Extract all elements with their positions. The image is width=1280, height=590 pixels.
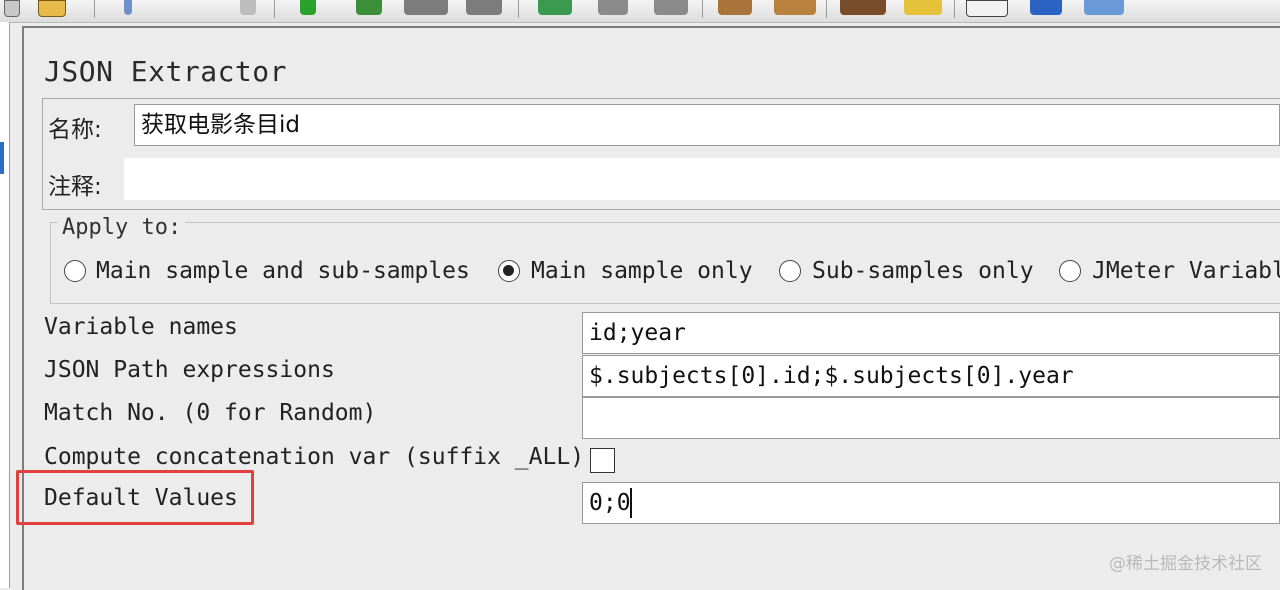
toolbar-separator [94, 0, 95, 18]
remote-icon[interactable] [1084, 0, 1124, 15]
binoculars-icon[interactable] [840, 0, 886, 15]
edit-icon[interactable] [124, 0, 132, 15]
tree-selection-indicator [0, 142, 4, 174]
toolbar-separator [518, 0, 519, 18]
help-icon[interactable] [1030, 0, 1062, 15]
panel-title: JSON Extractor [44, 55, 287, 88]
reset-search-icon[interactable] [904, 0, 942, 15]
toolbar-separator [954, 0, 955, 18]
toggle-icon[interactable] [240, 0, 256, 15]
file-icon[interactable] [4, 0, 20, 17]
remote-stop-icon[interactable] [598, 0, 628, 15]
name-label: 名称: [48, 110, 102, 144]
text-caret [630, 488, 632, 518]
broom-icon[interactable] [718, 0, 752, 15]
default-values-highlight [16, 470, 254, 525]
watermark: @稀土掘金技术社区 [1109, 549, 1262, 574]
comment-label: 注释: [48, 167, 102, 201]
apply-to-legend: Apply to: [58, 215, 185, 240]
variable-names-label: Variable names [44, 314, 238, 340]
radio-sub-only[interactable] [779, 260, 801, 282]
radio-main-only[interactable] [498, 260, 520, 282]
radio-jmeter-variable-label[interactable]: JMeter Variabl [1092, 258, 1280, 284]
remote-start-icon[interactable] [538, 0, 572, 15]
remote-shutdown-icon[interactable] [654, 0, 688, 15]
radio-main-and-sub[interactable] [64, 260, 86, 282]
function-helper-icon[interactable] [966, 0, 1008, 17]
radio-main-and-sub-label[interactable]: Main sample and sub-samples [96, 258, 470, 284]
shutdown-icon[interactable] [466, 0, 502, 15]
test-plan-tree-edge[interactable] [0, 22, 10, 588]
compute-concat-checkbox[interactable] [590, 448, 615, 473]
json-path-label: JSON Path expressions [44, 357, 335, 383]
stop-icon[interactable] [404, 0, 448, 15]
match-no-input[interactable] [582, 397, 1280, 439]
radio-main-only-label[interactable]: Main sample only [531, 258, 753, 284]
pencil-icon[interactable] [38, 0, 66, 17]
radio-jmeter-variable[interactable] [1059, 260, 1081, 282]
toolbar-separator [274, 0, 275, 18]
variable-names-input[interactable]: id;year [582, 312, 1280, 354]
json-path-input[interactable]: $.subjects[0].id;$.subjects[0].year [582, 355, 1280, 397]
play-icon[interactable] [300, 0, 316, 15]
name-input[interactable]: 获取电影条目id [134, 104, 1280, 146]
match-no-label: Match No. (0 for Random) [44, 400, 376, 426]
compute-concat-label: Compute concatenation var (suffix _ALL) [44, 444, 584, 470]
broom-all-icon[interactable] [774, 0, 816, 15]
comment-input[interactable] [124, 158, 1280, 200]
radio-sub-only-label[interactable]: Sub-samples only [812, 258, 1034, 284]
toolbar-separator [702, 0, 703, 18]
default-values-input[interactable]: 0;0 [582, 482, 1280, 524]
toolbar-separator [826, 0, 827, 18]
play-no-pause-icon[interactable] [356, 0, 382, 15]
toolbar [0, 0, 1280, 23]
